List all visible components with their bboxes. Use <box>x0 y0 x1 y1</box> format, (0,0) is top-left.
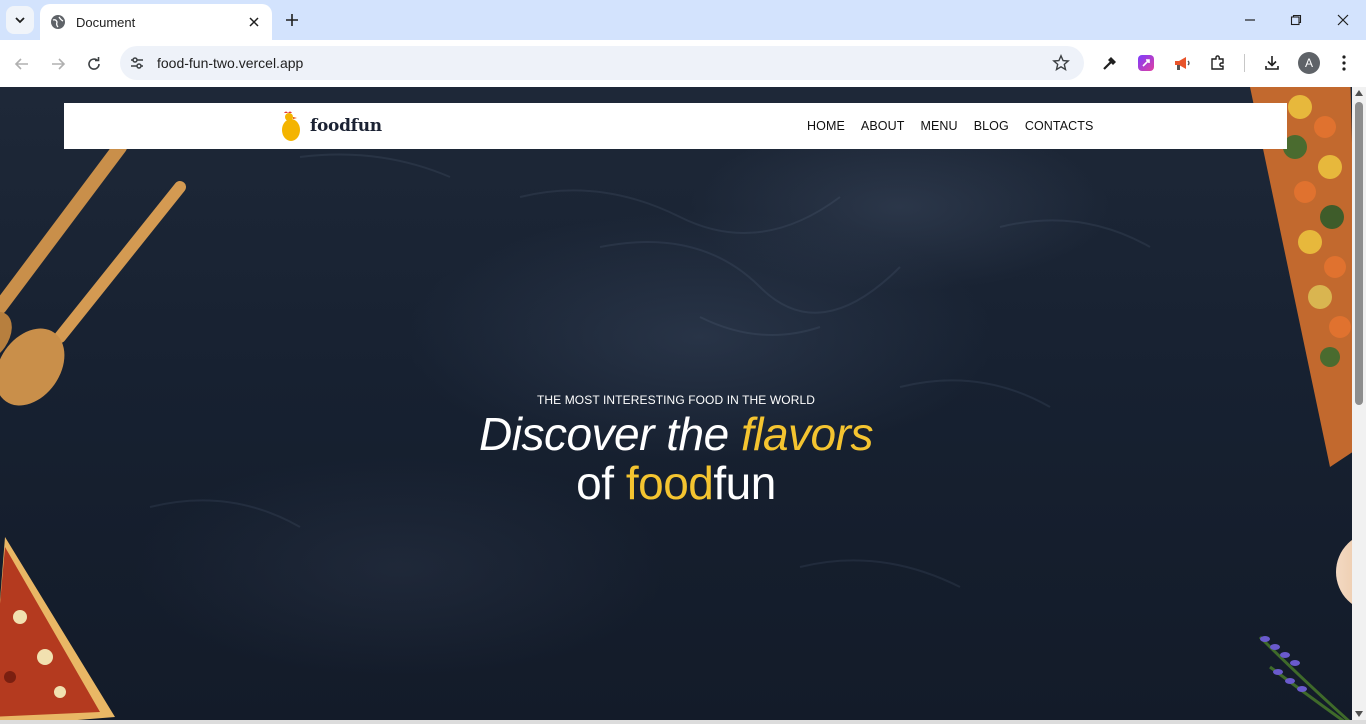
arrow-left-icon <box>14 58 28 70</box>
reload-button[interactable] <box>82 52 106 76</box>
downloads-button[interactable] <box>1262 53 1282 73</box>
nav-home[interactable]: HOME <box>807 119 845 133</box>
hero-heading-line1: Discover the flavors <box>0 409 1352 459</box>
pizza-slice-decor <box>0 537 115 720</box>
purple-extension[interactable] <box>1136 53 1156 73</box>
site-logo[interactable]: foodfun <box>278 110 382 142</box>
hero-text: fun <box>713 457 776 509</box>
megaphone-extension[interactable] <box>1172 53 1192 73</box>
profile-avatar[interactable]: A <box>1298 52 1320 74</box>
hero-accent-text: food <box>625 457 714 509</box>
close-tab-button[interactable] <box>246 14 262 30</box>
extension-purple-icon <box>1138 55 1154 71</box>
chevron-down-icon <box>15 17 25 24</box>
hero-kicker: THE MOST INTERESTING FOOD IN THE WORLD <box>536 393 816 407</box>
wooden-spoons-decor <box>0 140 186 406</box>
scroll-thumb[interactable] <box>1355 102 1363 405</box>
nav-contacts[interactable]: CONTACTS <box>1025 119 1094 133</box>
minimize-icon <box>1245 19 1255 21</box>
scroll-up-arrow-icon[interactable] <box>1355 90 1363 96</box>
megaphone-icon <box>1175 57 1190 70</box>
brand-name: foodfun <box>310 116 382 136</box>
eyedropper-extension[interactable] <box>1100 53 1120 73</box>
close-window-button[interactable] <box>1333 10 1353 30</box>
new-tab-button[interactable] <box>282 10 302 30</box>
extensions-button[interactable] <box>1208 53 1228 73</box>
close-icon <box>249 17 259 27</box>
browser-toolbar: food-fun-two.vercel.app A <box>0 40 1366 87</box>
close-icon <box>1337 14 1349 26</box>
plus-icon <box>286 14 298 26</box>
window-bottom-edge <box>0 720 1366 724</box>
url-text[interactable]: food-fun-two.vercel.app <box>157 55 303 71</box>
tune-icon[interactable] <box>128 54 146 72</box>
eyedropper-icon <box>1103 57 1116 70</box>
download-icon <box>1265 56 1279 70</box>
lavender-decor <box>1258 635 1351 720</box>
tab-search-button[interactable] <box>6 6 34 34</box>
nav-about[interactable]: ABOUT <box>861 119 905 133</box>
browser-tab-strip: Document <box>0 0 1366 40</box>
hero-accent-text: flavors <box>740 408 873 460</box>
scroll-down-arrow-icon[interactable] <box>1355 711 1363 717</box>
hero-heading-line2: of foodfun <box>0 459 1352 507</box>
globe-icon <box>51 15 65 29</box>
star-icon[interactable] <box>1052 54 1070 72</box>
toolbar-divider <box>1244 54 1245 72</box>
puzzle-icon <box>1211 55 1224 70</box>
page-scrollbar[interactable] <box>1352 87 1366 720</box>
main-nav: HOME ABOUT MENU BLOG CONTACTS <box>807 119 1093 133</box>
chicken-logo-icon <box>282 111 300 141</box>
reload-icon <box>88 57 100 70</box>
minimize-button[interactable] <box>1240 10 1260 30</box>
restore-button[interactable] <box>1286 10 1306 30</box>
nav-blog[interactable]: BLOG <box>974 119 1009 133</box>
arrow-right-icon <box>52 58 66 70</box>
browser-menu-button[interactable] <box>1334 53 1354 73</box>
hero-text: Discover the <box>479 408 741 460</box>
page-viewport: foodfun HOME ABOUT MENU BLOG CONTACTS TH… <box>0 87 1352 720</box>
tab-title: Document <box>76 14 136 30</box>
restore-icon <box>1290 14 1302 26</box>
kebab-menu-icon <box>1342 55 1346 71</box>
active-tab[interactable]: Document <box>40 4 272 40</box>
site-header: foodfun HOME ABOUT MENU BLOG CONTACTS <box>64 103 1287 149</box>
forward-button[interactable] <box>46 52 70 76</box>
nav-menu[interactable]: MENU <box>920 119 957 133</box>
hero-section: THE MOST INTERESTING FOOD IN THE WORLD D… <box>0 393 1352 507</box>
address-bar[interactable]: food-fun-two.vercel.app <box>120 46 1084 80</box>
back-button[interactable] <box>10 52 34 76</box>
hero-text: of <box>576 457 626 509</box>
